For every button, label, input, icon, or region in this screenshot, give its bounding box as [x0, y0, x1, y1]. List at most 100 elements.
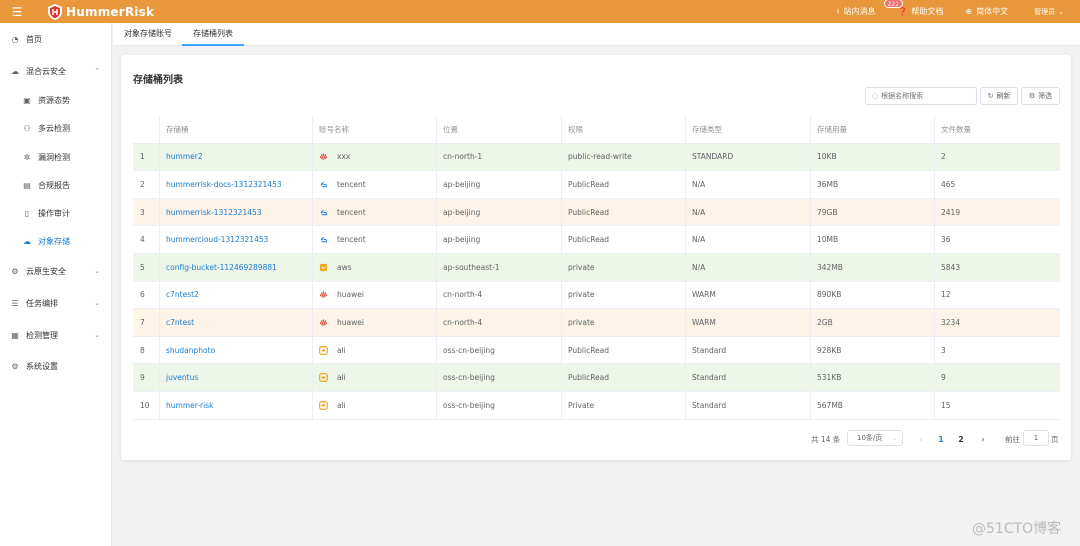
hamburger-icon[interactable]: ☰ — [0, 0, 34, 23]
column-header[interactable]: 存储用量 — [817, 116, 847, 143]
top-header: ☰ HummerRisk ♮ 站内消息 222 ❓ 帮助文档 ⊕ 简体中文 管理… — [0, 0, 1080, 23]
cell-account: huawei — [319, 309, 364, 336]
sidebar-item-vuln[interactable]: ✲ 漏洞检测 — [0, 147, 112, 167]
cell-storage-class: WARM — [692, 290, 716, 300]
cell-files: 3 — [941, 345, 946, 355]
column-header[interactable]: 存储类型 — [692, 116, 722, 143]
bucket-name-link[interactable]: hummerrisk-docs-1312321453 — [166, 171, 282, 198]
cell-storage-class: N/A — [692, 235, 706, 245]
column-divider — [934, 116, 935, 420]
help-label: 帮助文档 — [911, 7, 944, 16]
cell-acl: private — [568, 262, 595, 272]
task-icon: ☰ — [11, 298, 19, 308]
table-row[interactable]: 4 hummercloud-1312321453 tencent ap-beijing… — [133, 226, 1060, 254]
sidebar-item-label: 检测管理 — [26, 330, 58, 340]
cell-storage-class: N/A — [692, 179, 706, 189]
table-row[interactable]: 3 hummerrisk-1312321453 tencent ap-beijing P… — [133, 198, 1060, 227]
cell-acl: PublicRead — [568, 345, 610, 355]
cell-account: xxx — [319, 144, 350, 171]
bucket-name-link[interactable]: c7ntest2 — [166, 282, 199, 309]
bell-icon: ♮ — [836, 7, 840, 16]
cell-files: 3234 — [941, 317, 961, 327]
sidebar-item-cloud-native[interactable]: ⚙ 云原生安全 ⌄ — [0, 261, 112, 281]
gear-icon: ⚙ — [1028, 92, 1036, 100]
chevron-down-icon: ⌄ — [94, 331, 100, 339]
cell-storage-class: Standard — [692, 345, 727, 355]
page-size-select[interactable]: 10条/页 ⌄ — [847, 430, 903, 446]
sidebar-item-hybrid-cloud[interactable]: ☁ 混合云安全 ⌃ — [0, 61, 112, 81]
cell-files: 2419 — [941, 207, 961, 217]
table-row[interactable]: 2 hummerrisk-docs-1312321453 tencent ap-bei… — [133, 171, 1060, 199]
cell-size: 10KB — [817, 152, 837, 162]
cell-account: ali — [319, 337, 346, 364]
goto-page-input[interactable]: 1 — [1023, 430, 1049, 446]
account-name: tencent — [337, 179, 366, 189]
cell-files: 5843 — [941, 262, 961, 272]
cell-acl: PublicRead — [568, 179, 610, 189]
sidebar-item-resource[interactable]: ▣ 资源态势 — [0, 90, 112, 110]
messages-button[interactable]: ♮ 站内消息 222 — [836, 0, 904, 17]
bucket-name-link[interactable]: hummer2 — [166, 144, 203, 171]
chevron-down-icon: ⌄ — [1058, 7, 1064, 16]
table-row[interactable]: 9 juventus ali oss-cn-beijing PublicRead Stan… — [133, 364, 1060, 392]
language-button[interactable]: ⊕ 简体中文 — [965, 6, 1008, 17]
sidebar-item-detect[interactable]: ▦ 检测管理 ⌄ — [0, 325, 112, 345]
filter-button[interactable]: ⚙ 筛选 — [1021, 87, 1060, 105]
messages-label: 站内消息 — [843, 7, 876, 16]
logo[interactable]: HummerRisk — [48, 3, 155, 20]
cell-account: ali — [319, 364, 346, 391]
sidebar-item-object-storage[interactable]: ☁ 对象存储 — [0, 231, 112, 251]
bucket-name-link[interactable]: c7ntest — [166, 309, 194, 336]
cell-size: 928KB — [817, 345, 842, 355]
page-button[interactable]: 1 — [935, 431, 947, 447]
search-icon: ○ — [872, 92, 879, 100]
resource-icon: ▣ — [23, 95, 31, 105]
column-header[interactable]: 账号名称 — [319, 116, 349, 143]
cell-size: 10MB — [817, 235, 839, 245]
table-row[interactable]: 6 c7ntest2 huawei cn-north-4 private WARM 890K… — [133, 281, 1060, 310]
user-menu[interactable]: 管理员 ⌄ — [1034, 7, 1064, 17]
bucket-name-link[interactable]: juventus — [166, 364, 198, 391]
account-name: ali — [337, 373, 346, 383]
search-input[interactable] — [881, 92, 972, 100]
sidebar-item-task[interactable]: ☰ 任务编排 ⌄ — [0, 293, 112, 313]
sidebar-item-home[interactable]: ◔ 首页 — [0, 29, 112, 49]
table-row[interactable]: 8 shudanphoto ali oss-cn-beijing PublicRead S… — [133, 336, 1060, 365]
sidebar-item-label: 操作审计 — [38, 208, 70, 218]
page-button[interactable]: 2 — [955, 431, 967, 447]
sidebar-item-audit[interactable]: ▯ 操作审计 — [0, 203, 112, 223]
tab-storage-accounts[interactable]: 对象存储账号 — [124, 23, 172, 46]
page-title: 存储桶列表 — [133, 75, 183, 86]
table-row[interactable]: 1 hummer2 xxx cn-north-1 public-read-write ST… — [133, 143, 1060, 172]
tab-bucket-list[interactable]: 存储桶列表 — [182, 23, 244, 46]
table-row[interactable]: 10 hummer-risk ali oss-cn-beijing Private Sta… — [133, 392, 1060, 420]
bucket-name-link[interactable]: config-bucket-112469289881 — [166, 254, 277, 281]
cell-location: ap-beijing — [443, 235, 481, 245]
sidebar-item-compliance[interactable]: ▤ 合规报告 — [0, 175, 112, 195]
cell-index: 10 — [140, 400, 150, 410]
bucket-name-link[interactable]: shudanphoto — [166, 337, 215, 364]
bucket-name-link[interactable]: hummer-risk — [166, 392, 213, 419]
logo-text: HummerRisk — [66, 4, 155, 19]
prev-page-button[interactable]: ‹ — [915, 431, 927, 447]
sidebar-item-settings[interactable]: ⚙ 系统设置 — [0, 356, 112, 376]
help-button[interactable]: ❓ 帮助文档 — [897, 6, 943, 17]
bucket-name-link[interactable]: hummercloud-1312321453 — [166, 226, 268, 253]
huawei-logo-icon — [319, 152, 337, 161]
column-header[interactable]: 位置 — [443, 116, 458, 143]
sidebar-item-multi-cloud[interactable]: ⚇ 多云检测 — [0, 118, 112, 138]
refresh-button[interactable]: ↻ 刷新 — [980, 87, 1018, 105]
cell-index: 1 — [140, 152, 145, 162]
table-row[interactable]: 7 c7ntest huawei cn-north-4 private WARM 2GB 32… — [133, 309, 1060, 337]
huawei-logo-icon — [319, 318, 337, 327]
search-box: ○ — [865, 87, 977, 105]
multi-cloud-icon: ⚇ — [23, 123, 31, 133]
account-name: xxx — [337, 152, 351, 162]
cell-acl: PublicRead — [568, 207, 610, 217]
bucket-name-link[interactable]: hummerrisk-1312321453 — [166, 199, 262, 226]
column-header[interactable]: 权限 — [568, 116, 583, 143]
column-header[interactable]: 存储桶 — [166, 116, 189, 143]
column-header[interactable]: 文件数量 — [941, 116, 971, 143]
table-row[interactable]: 5 config-bucket-112469289881 aws ap-southea… — [133, 254, 1060, 282]
next-page-button[interactable]: › — [977, 431, 989, 447]
